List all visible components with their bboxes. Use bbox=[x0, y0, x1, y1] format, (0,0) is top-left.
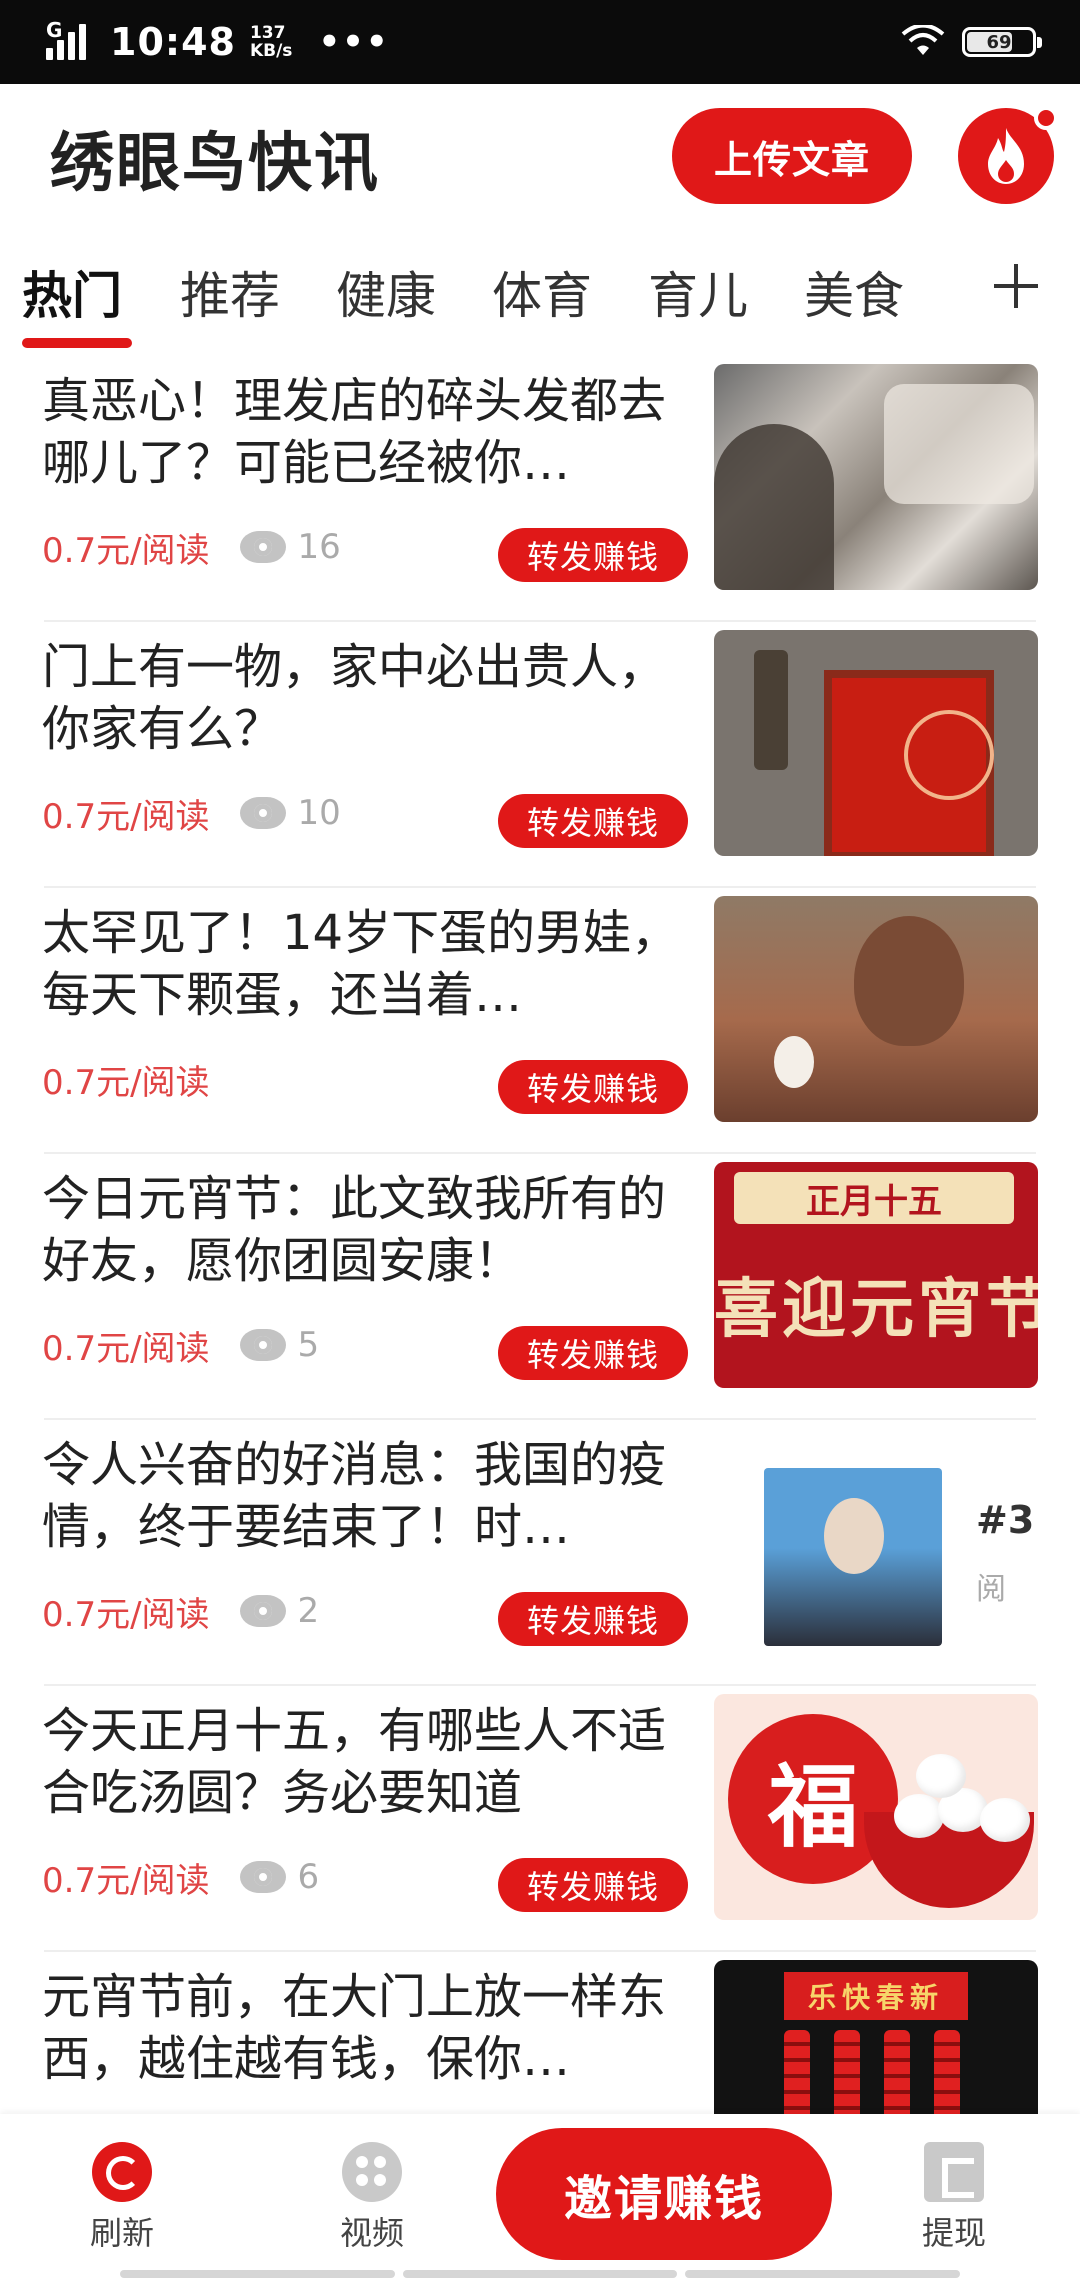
share-earn-button[interactable]: 转发赚钱 bbox=[498, 1592, 688, 1646]
reward-price: 0.7元/阅读 bbox=[42, 530, 210, 571]
signal-icon: G bbox=[44, 18, 96, 62]
battery-icon: 69 bbox=[962, 27, 1042, 57]
nav-video[interactable]: 视频 bbox=[312, 2142, 432, 2254]
thumbnail-headline-text: 喜迎元宵节 bbox=[714, 1273, 1038, 1347]
reward-price: 0.7元/阅读 bbox=[42, 796, 210, 837]
article-title[interactable]: 今天正月十五，有哪些人不适合吃汤圆？务必要知道 bbox=[42, 1700, 692, 1824]
app-screen: G 10:48 137 KB/s ••• 69 绣眼鸟快讯 上传文章 热门 推荐… bbox=[0, 0, 1080, 2280]
refresh-icon bbox=[92, 2142, 152, 2202]
article-feed[interactable]: 真恶心！理发店的碎头发都去哪儿了？可能已经被你… 0.7元/阅读 16 转发赚钱… bbox=[0, 354, 1080, 2114]
tab-hot[interactable]: 热门 bbox=[22, 256, 122, 328]
article-item[interactable]: 门上有一物，家中必出贵人，你家有么？ 0.7元/阅读 10 转发赚钱 bbox=[0, 620, 1080, 886]
app-title: 绣眼鸟快讯 bbox=[50, 127, 380, 201]
more-notifications-icon: ••• bbox=[318, 22, 390, 62]
tab-health[interactable]: 健康 bbox=[336, 256, 436, 328]
add-category-icon[interactable] bbox=[986, 256, 1046, 316]
wifi-icon bbox=[901, 25, 945, 55]
film-reel-icon bbox=[342, 2142, 402, 2202]
view-count: 5 bbox=[239, 1325, 319, 1365]
notification-dot bbox=[1034, 106, 1058, 130]
view-count: 6 bbox=[239, 1857, 319, 1897]
view-count: 10 bbox=[239, 793, 341, 833]
eye-icon bbox=[239, 1861, 286, 1893]
article-meta: 0.7元/阅读 bbox=[42, 1054, 210, 1104]
share-earn-button[interactable]: 转发赚钱 bbox=[498, 1858, 688, 1912]
eye-icon bbox=[239, 1595, 286, 1627]
article-title[interactable]: 元宵节前，在大门上放一样东西，越住越有钱，保你… bbox=[42, 1966, 692, 2090]
thumbnail-sign-text: 乐快春新 bbox=[784, 1972, 968, 2020]
eye-icon bbox=[239, 1329, 286, 1361]
gesture-bar bbox=[120, 2270, 961, 2278]
article-item[interactable]: 今天正月十五，有哪些人不适合吃汤圆？务必要知道 0.7元/阅读 6 转发赚钱 福 bbox=[0, 1684, 1080, 1950]
article-meta: 0.7元/阅读 5 bbox=[42, 1320, 319, 1370]
eye-icon bbox=[239, 531, 286, 563]
active-tab-indicator bbox=[22, 338, 132, 348]
article-meta: 0.7元/阅读 16 bbox=[42, 522, 341, 572]
thumbnail-side-subtext: 阅 bbox=[976, 1572, 1006, 1607]
reward-price: 0.7元/阅读 bbox=[42, 1594, 210, 1635]
eye-icon bbox=[239, 797, 286, 829]
nav-video-label: 视频 bbox=[339, 2214, 404, 2252]
network-speed: 137 KB/s bbox=[249, 23, 293, 61]
thumbnail-banner-text: 正月十五 bbox=[734, 1172, 1014, 1224]
article-meta: 0.7元/阅读 6 bbox=[42, 1852, 319, 1902]
withdraw-icon bbox=[924, 2142, 984, 2202]
nav-withdraw-label: 提现 bbox=[921, 2214, 986, 2252]
flame-icon bbox=[988, 128, 1024, 184]
share-earn-button[interactable]: 转发赚钱 bbox=[498, 1060, 688, 1114]
article-item[interactable]: 真恶心！理发店的碎头发都去哪儿了？可能已经被你… 0.7元/阅读 16 转发赚钱 bbox=[0, 354, 1080, 620]
tab-recommend[interactable]: 推荐 bbox=[180, 256, 280, 328]
view-count: 16 bbox=[239, 527, 341, 567]
article-thumbnail[interactable] bbox=[714, 630, 1038, 856]
article-item[interactable]: 元宵节前，在大门上放一样东西，越住越有钱，保你… 乐快春新 bbox=[0, 1950, 1080, 2114]
article-thumbnail[interactable] bbox=[714, 896, 1038, 1122]
invite-earn-button[interactable]: 邀请赚钱 bbox=[496, 2128, 832, 2260]
upload-article-button[interactable]: 上传文章 bbox=[672, 108, 912, 204]
clock: 10:48 bbox=[110, 20, 236, 64]
share-earn-button[interactable]: 转发赚钱 bbox=[498, 528, 688, 582]
article-title[interactable]: 门上有一物，家中必出贵人，你家有么？ bbox=[42, 636, 692, 760]
article-thumbnail[interactable]: 福 bbox=[714, 1694, 1038, 1920]
article-thumbnail[interactable]: 正月十五 喜迎元宵节 bbox=[714, 1162, 1038, 1388]
article-thumbnail[interactable]: #3 阅 bbox=[714, 1428, 1038, 1654]
article-title[interactable]: 太罕见了！14岁下蛋的男娃，每天下颗蛋，还当着… bbox=[42, 902, 692, 1026]
app-header: 绣眼鸟快讯 上传文章 bbox=[0, 84, 1080, 234]
article-meta: 0.7元/阅读 10 bbox=[42, 788, 341, 838]
bottom-navigation: 刷新 视频 邀请赚钱 提现 bbox=[0, 2114, 1080, 2280]
article-title[interactable]: 令人兴奋的好消息：我国的疫情，终于要结束了！时… bbox=[42, 1434, 692, 1558]
article-item[interactable]: 太罕见了！14岁下蛋的男娃，每天下颗蛋，还当着… 0.7元/阅读 转发赚钱 bbox=[0, 886, 1080, 1152]
article-thumbnail[interactable]: 乐快春新 bbox=[714, 1960, 1038, 2114]
reward-price: 0.7元/阅读 bbox=[42, 1062, 210, 1103]
tab-food[interactable]: 美食 bbox=[804, 256, 904, 328]
battery-level: 69 bbox=[986, 31, 1012, 53]
category-tabs: 热门 推荐 健康 体育 育儿 美食 bbox=[0, 234, 1080, 354]
article-title[interactable]: 今日元宵节：此文致我所有的好友，愿你团圆安康！ bbox=[42, 1168, 692, 1292]
nav-withdraw[interactable]: 提现 bbox=[894, 2142, 1014, 2254]
reward-price: 0.7元/阅读 bbox=[42, 1860, 210, 1901]
article-item[interactable]: 今日元宵节：此文致我所有的好友，愿你团圆安康！ 0.7元/阅读 5 转发赚钱 正… bbox=[0, 1152, 1080, 1418]
status-bar: G 10:48 137 KB/s ••• 69 bbox=[0, 0, 1080, 84]
hot-button[interactable] bbox=[958, 106, 1058, 204]
article-title[interactable]: 真恶心！理发店的碎头发都去哪儿了？可能已经被你… bbox=[42, 370, 692, 494]
view-count: 2 bbox=[239, 1591, 319, 1631]
article-item[interactable]: 令人兴奋的好消息：我国的疫情，终于要结束了！时… 0.7元/阅读 2 转发赚钱 … bbox=[0, 1418, 1080, 1684]
network-type: G bbox=[46, 18, 63, 42]
article-thumbnail[interactable] bbox=[714, 364, 1038, 590]
tab-parenting[interactable]: 育儿 bbox=[648, 256, 748, 328]
nav-refresh-label: 刷新 bbox=[89, 2214, 154, 2252]
share-earn-button[interactable]: 转发赚钱 bbox=[498, 1326, 688, 1380]
nav-refresh[interactable]: 刷新 bbox=[62, 2142, 182, 2254]
article-meta: 0.7元/阅读 2 bbox=[42, 1586, 319, 1636]
reward-price: 0.7元/阅读 bbox=[42, 1328, 210, 1369]
tab-sports[interactable]: 体育 bbox=[492, 256, 592, 328]
share-earn-button[interactable]: 转发赚钱 bbox=[498, 794, 688, 848]
thumbnail-side-text: #3 bbox=[976, 1498, 1035, 1542]
